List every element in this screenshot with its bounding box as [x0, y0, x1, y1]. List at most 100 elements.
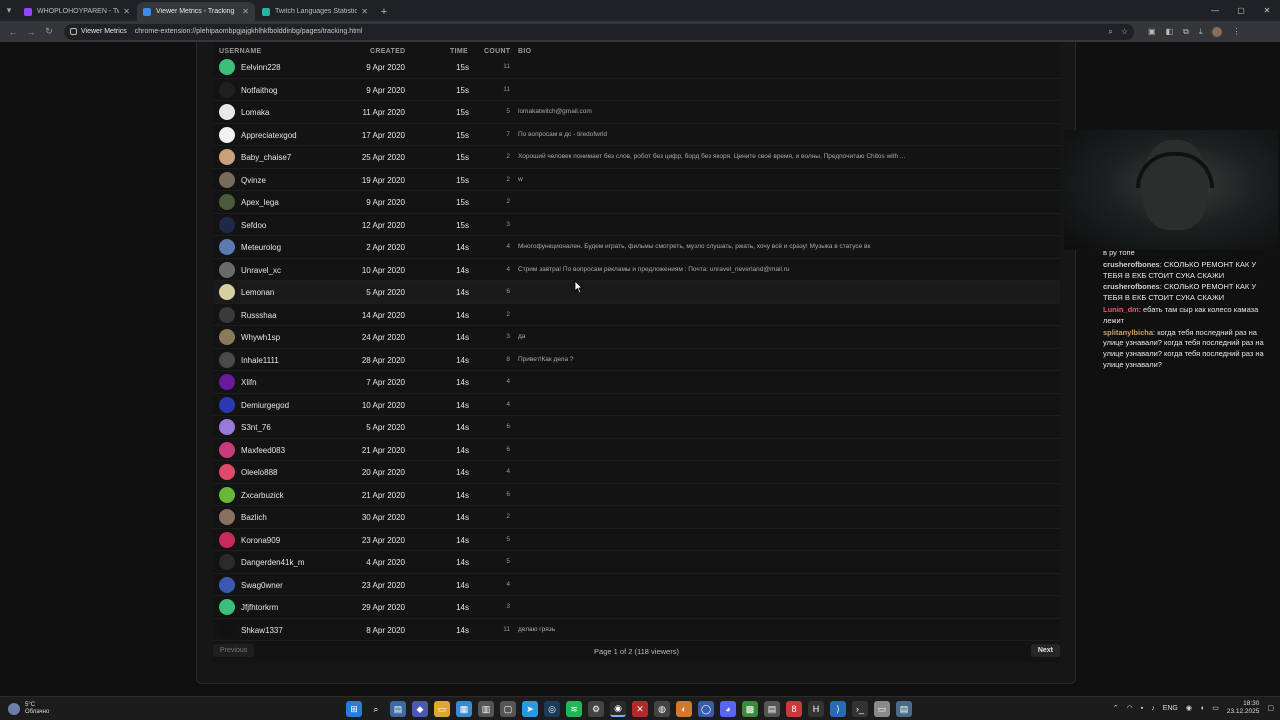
table-row[interactable]: Notfaithog 9 Apr 2020 15s 11 — [213, 79, 1060, 101]
table-row[interactable]: Xlifn 7 Apr 2020 14s 4 — [213, 371, 1060, 394]
browser-tab[interactable]: Twitch Languages Statistics - Tw...✕ — [256, 2, 374, 21]
start-icon[interactable]: ⊞ — [346, 701, 362, 717]
user-avatar[interactable] — [219, 171, 235, 188]
terminal-icon[interactable]: ›_ — [852, 701, 868, 717]
back-icon[interactable]: ← — [4, 23, 22, 41]
microphone-icon[interactable]: ♪ — [1151, 705, 1155, 712]
user-avatar[interactable] — [219, 374, 235, 390]
minecraft-icon[interactable]: ▩ — [742, 701, 758, 717]
table-row[interactable]: Apex_lega 9 Apr 2020 15s 2 — [213, 191, 1060, 214]
reload-icon[interactable]: ↻ — [40, 23, 58, 41]
user-avatar[interactable] — [219, 464, 235, 480]
header-username[interactable]: USERNAME — [219, 48, 261, 55]
new-tab-button[interactable]: + — [375, 2, 393, 21]
app-tray-icon[interactable]: ▪ — [1141, 705, 1143, 712]
bookmark-star-icon[interactable]: ☆ — [1121, 27, 1128, 37]
notepad-icon[interactable]: ▢ — [500, 701, 516, 717]
user-avatar[interactable] — [219, 351, 235, 368]
username-cell[interactable]: Unravel_xc — [241, 266, 281, 275]
app-icon-h[interactable]: H — [808, 701, 824, 717]
weather-widget[interactable]: 5°C Облачно — [8, 702, 49, 716]
user-avatar[interactable] — [219, 419, 235, 435]
username-cell[interactable]: Sefdoo — [241, 221, 266, 230]
address-bar[interactable]: Viewer Metrics chrome-extension://plehip… — [64, 23, 1134, 40]
user-avatar[interactable] — [219, 509, 235, 525]
username-cell[interactable]: Apex_lega — [241, 198, 279, 207]
user-avatar[interactable] — [219, 284, 235, 300]
table-row[interactable]: Jfjfhtorkrm 29 Apr 2020 14s 3 — [213, 596, 1060, 619]
table-row[interactable]: Whywh1sp 24 Apr 2020 14s 3 да — [213, 326, 1060, 349]
user-avatar[interactable] — [219, 194, 235, 210]
table-row[interactable]: Russshaa 14 Apr 2020 14s 2 — [213, 304, 1060, 326]
username-cell[interactable]: Eelvinn228 — [241, 63, 281, 72]
table-row[interactable]: Eelvinn228 9 Apr 2020 15s 11 — [213, 56, 1060, 79]
username-cell[interactable]: Swag0wner — [241, 581, 283, 590]
spotify-icon[interactable]: ≋ — [566, 701, 582, 717]
extension-icon-2[interactable]: ◧ — [1166, 27, 1174, 36]
username-cell[interactable]: Oleelo888 — [241, 468, 277, 477]
username-cell[interactable]: Korona909 — [241, 536, 280, 545]
telegram-icon[interactable]: ➤ — [522, 701, 538, 717]
user-avatar[interactable] — [219, 396, 235, 413]
username-cell[interactable]: Xlifn — [241, 378, 257, 387]
username-cell[interactable]: Lemonan — [241, 288, 274, 297]
widgets-icon[interactable]: ▤ — [390, 701, 406, 717]
table-row[interactable]: Meteurolog 2 Apr 2020 14s 4 Многофункционале… — [213, 236, 1060, 259]
user-avatar[interactable] — [219, 149, 235, 165]
chrome-icon[interactable]: ◉ — [610, 701, 626, 717]
notes-icon[interactable]: ▤ — [896, 701, 912, 717]
close-window-icon[interactable]: ✕ — [1254, 6, 1280, 15]
user-avatar[interactable] — [219, 59, 235, 75]
username-cell[interactable]: Notfaithog — [241, 86, 277, 95]
vscode-icon[interactable]: ⟩ — [830, 701, 846, 717]
table-row[interactable]: Shkaw1337 8 Apr 2020 14s 11 делаю грязь — [213, 619, 1060, 641]
user-avatar[interactable] — [219, 261, 235, 278]
header-count[interactable]: COUNT — [484, 48, 510, 55]
username-cell[interactable]: Lomaka — [241, 108, 269, 117]
username-cell[interactable]: Dangerden41k_m — [241, 558, 305, 567]
header-time[interactable]: TIME — [450, 48, 468, 55]
chat-username[interactable]: crusherofbones — [1103, 260, 1160, 269]
username-cell[interactable]: Demiurgegod — [241, 401, 289, 410]
table-row[interactable]: Lemonan 5 Apr 2020 14s 6 — [213, 281, 1060, 304]
table-row[interactable]: Inhale1111 28 Apr 2020 14s 8 Привет!Как дела… — [213, 349, 1060, 371]
maximize-icon[interactable]: ▢ — [1228, 6, 1254, 15]
table-row[interactable]: Oleelo888 20 Apr 2020 14s 4 — [213, 461, 1060, 484]
minimize-icon[interactable]: — — [1202, 6, 1228, 15]
tab-close-icon[interactable]: ✕ — [242, 7, 249, 16]
table-row[interactable]: Maxfeed083 21 Apr 2020 14s 6 — [213, 439, 1060, 461]
user-avatar[interactable] — [219, 486, 235, 503]
app-icon-blue[interactable]: ◯ — [698, 701, 714, 717]
user-avatar[interactable] — [219, 306, 235, 323]
user-avatar[interactable] — [219, 599, 235, 615]
table-row[interactable]: Sefdoo 12 Apr 2020 15s 3 — [213, 214, 1060, 236]
username-cell[interactable]: Whywh1sp — [241, 333, 280, 342]
app-icon-red[interactable]: ✕ — [632, 701, 648, 717]
battery-icon[interactable]: ▭ — [1212, 704, 1219, 712]
table-row[interactable]: Baby_chaise7 25 Apr 2020 15s 2 Хороший челов… — [213, 146, 1060, 169]
clock[interactable]: 18:30 23.12.2025 — [1227, 700, 1260, 716]
profile-avatar[interactable] — [1212, 26, 1223, 37]
table-row[interactable]: S3nt_76 5 Apr 2020 14s 6 — [213, 416, 1060, 439]
url-text[interactable]: chrome-extension://plehipaombpgjajgkhlhk… — [135, 28, 363, 35]
wifi-icon[interactable]: ◉ — [1186, 704, 1192, 712]
user-avatar[interactable] — [219, 441, 235, 458]
extensions-puzzle-icon[interactable]: ⧉ — [1183, 27, 1189, 37]
username-cell[interactable]: Jfjfhtorkrm — [241, 603, 278, 612]
user-avatar[interactable] — [219, 531, 235, 548]
chat-username[interactable]: Lunin_dm — [1103, 305, 1139, 314]
username-cell[interactable]: Qvinze — [241, 176, 266, 185]
username-cell[interactable]: Maxfeed083 — [241, 446, 285, 455]
tab-close-icon[interactable]: ✕ — [123, 7, 130, 16]
volume-icon[interactable]: ◖ — [1200, 705, 1204, 712]
steam-icon[interactable]: ◎ — [544, 701, 560, 717]
user-avatar[interactable] — [219, 216, 235, 233]
user-avatar[interactable] — [219, 81, 235, 98]
username-cell[interactable]: Appreciatexgod — [241, 131, 297, 140]
browser-menu-icon[interactable]: ⋮ — [1232, 27, 1240, 36]
browser-tab[interactable]: WHOPLOHOYPAREN - Twitch ✕ — [18, 2, 136, 21]
chat-username[interactable]: crusherofbones — [1103, 282, 1160, 291]
app-icon-orange[interactable]: ◐ — [676, 701, 692, 717]
settings-icon[interactable]: ⚙ — [588, 701, 604, 717]
tab-search-icon[interactable]: ▾ — [0, 0, 18, 21]
